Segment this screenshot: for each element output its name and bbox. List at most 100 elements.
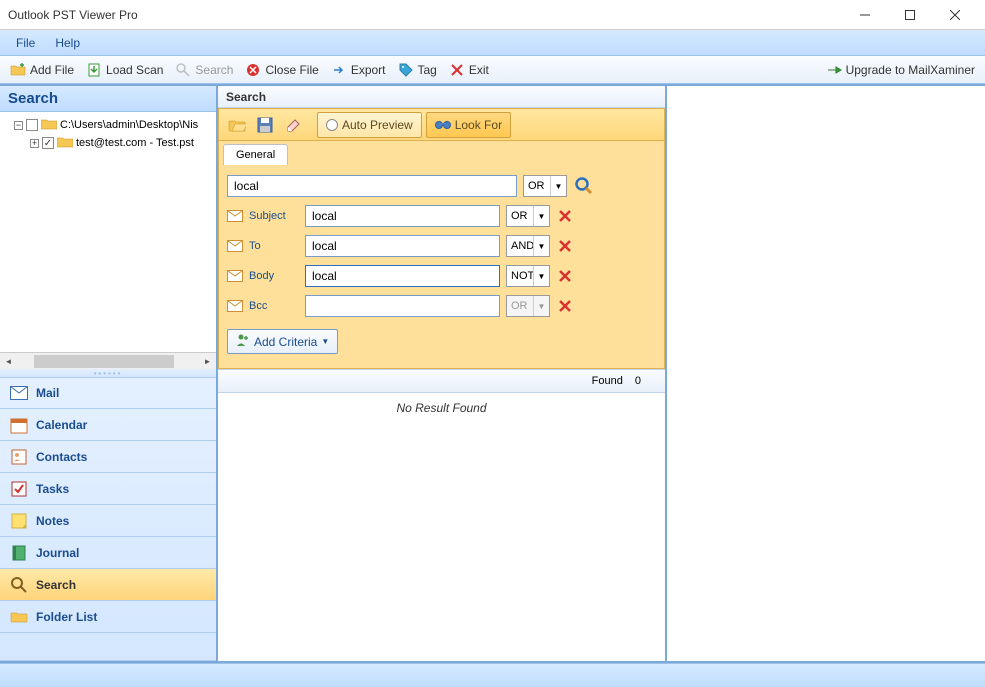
nav-mail-label: Mail bbox=[36, 386, 59, 400]
close-file-label: Close File bbox=[265, 63, 318, 77]
nav-contacts[interactable]: Contacts bbox=[0, 441, 216, 473]
folder-tree[interactable]: − C:\Users\admin\Desktop\Nis + test@test… bbox=[0, 112, 216, 369]
export-icon bbox=[331, 62, 347, 78]
folder-list-icon bbox=[10, 608, 28, 626]
load-scan-button[interactable]: Load Scan bbox=[80, 59, 169, 81]
remove-body-button[interactable] bbox=[556, 267, 574, 285]
tag-icon bbox=[398, 62, 414, 78]
bcc-operator-select[interactable]: OR ▼ bbox=[506, 295, 550, 317]
folder-icon bbox=[41, 118, 57, 133]
exit-label: Exit bbox=[469, 63, 489, 77]
close-file-button[interactable]: Close File bbox=[239, 59, 324, 81]
menu-help[interactable]: Help bbox=[45, 32, 90, 54]
main-search-input[interactable] bbox=[227, 175, 517, 197]
look-for-label: Look For bbox=[455, 118, 502, 132]
main-operator-value: OR bbox=[528, 180, 545, 192]
criteria-label-body: Body bbox=[249, 270, 299, 282]
scroll-left-icon[interactable]: ◄ bbox=[0, 353, 17, 370]
add-file-button[interactable]: Add File bbox=[4, 59, 80, 81]
notes-icon bbox=[10, 512, 28, 530]
radio-icon bbox=[326, 119, 338, 131]
checkbox-checked[interactable] bbox=[42, 137, 54, 149]
subject-operator-value: OR bbox=[511, 210, 528, 222]
expand-icon[interactable]: + bbox=[30, 139, 39, 148]
tag-button[interactable]: Tag bbox=[392, 59, 443, 81]
criteria-row-body: Body NOT▼ bbox=[227, 265, 656, 287]
tab-general[interactable]: General bbox=[223, 144, 288, 165]
horizontal-scrollbar[interactable]: ◄ ► bbox=[0, 352, 216, 369]
search-panel-header: Search bbox=[218, 86, 665, 108]
chevron-down-icon: ▼ bbox=[533, 236, 549, 256]
look-for-button[interactable]: Look For bbox=[426, 112, 511, 138]
remove-bcc-button[interactable] bbox=[556, 297, 574, 315]
main-operator-select[interactable]: OR ▼ bbox=[523, 175, 567, 197]
subject-operator-select[interactable]: OR▼ bbox=[506, 205, 550, 227]
minimize-button[interactable] bbox=[842, 1, 887, 29]
body-input[interactable] bbox=[305, 265, 500, 287]
window-title: Outlook PST Viewer Pro bbox=[8, 8, 842, 22]
window-controls bbox=[842, 1, 977, 29]
bcc-operator-value: OR bbox=[511, 300, 528, 312]
nav-contacts-label: Contacts bbox=[36, 450, 87, 464]
criteria-label-to: To bbox=[249, 240, 299, 252]
auto-preview-label: Auto Preview bbox=[342, 118, 413, 132]
exit-icon bbox=[449, 62, 465, 78]
upgrade-button[interactable]: Upgrade to MailXaminer bbox=[820, 59, 981, 81]
collapse-icon[interactable]: − bbox=[14, 121, 23, 130]
nav-mail[interactable]: Mail bbox=[0, 377, 216, 409]
found-label: Found bbox=[592, 375, 623, 387]
contacts-icon bbox=[10, 448, 28, 466]
load-scan-label: Load Scan bbox=[106, 63, 163, 77]
subject-input[interactable] bbox=[305, 205, 500, 227]
folder-open-icon bbox=[10, 62, 26, 78]
nav-tasks[interactable]: Tasks bbox=[0, 473, 216, 505]
nav-calendar[interactable]: Calendar bbox=[0, 409, 216, 441]
checkbox-unchecked[interactable] bbox=[26, 119, 38, 131]
execute-search-button[interactable] bbox=[573, 175, 595, 197]
to-input[interactable] bbox=[305, 235, 500, 257]
bcc-input[interactable] bbox=[305, 295, 500, 317]
upgrade-label: Upgrade to MailXaminer bbox=[846, 63, 975, 77]
save-button[interactable] bbox=[253, 113, 277, 137]
search-toolbar: Auto Preview Look For bbox=[219, 109, 664, 141]
chevron-down-icon: ▼ bbox=[550, 176, 566, 196]
menu-file[interactable]: File bbox=[6, 32, 45, 54]
nav-empty bbox=[0, 633, 216, 661]
erase-button[interactable] bbox=[281, 113, 305, 137]
binoculars-icon bbox=[435, 116, 451, 133]
nav-notes[interactable]: Notes bbox=[0, 505, 216, 537]
envelope-icon bbox=[227, 300, 243, 312]
mail-icon bbox=[10, 384, 28, 402]
exit-button[interactable]: Exit bbox=[443, 59, 495, 81]
nav-folder-list[interactable]: Folder List bbox=[0, 601, 216, 633]
export-button[interactable]: Export bbox=[325, 59, 392, 81]
to-operator-select[interactable]: AND▼ bbox=[506, 235, 550, 257]
tree-row-root[interactable]: − C:\Users\admin\Desktop\Nis bbox=[2, 116, 214, 134]
auto-preview-button[interactable]: Auto Preview bbox=[317, 112, 422, 138]
remove-to-button[interactable] bbox=[556, 237, 574, 255]
found-bar: Found 0 bbox=[218, 369, 665, 393]
nav-journal[interactable]: Journal bbox=[0, 537, 216, 569]
middle-panel: Search Auto Preview Look For General bbox=[218, 86, 667, 661]
tag-label: Tag bbox=[418, 63, 437, 77]
nav-search[interactable]: Search bbox=[0, 569, 216, 601]
chevron-down-icon: ▼ bbox=[533, 296, 549, 316]
nav-journal-label: Journal bbox=[36, 546, 79, 560]
calendar-icon bbox=[10, 416, 28, 434]
scroll-right-icon[interactable]: ► bbox=[199, 353, 216, 370]
statusbar bbox=[0, 663, 985, 687]
tree-row-child[interactable]: + test@test.com - Test.pst bbox=[2, 134, 214, 152]
close-file-icon bbox=[245, 62, 261, 78]
open-folder-button[interactable] bbox=[225, 113, 249, 137]
panel-splitter[interactable]: •••••• bbox=[0, 369, 216, 377]
criteria-label-subject: Subject bbox=[249, 210, 299, 222]
search-button[interactable]: Search bbox=[169, 59, 239, 81]
scroll-thumb[interactable] bbox=[34, 355, 174, 368]
body-operator-select[interactable]: NOT▼ bbox=[506, 265, 550, 287]
journal-icon bbox=[10, 544, 28, 562]
close-button[interactable] bbox=[932, 1, 977, 29]
remove-subject-button[interactable] bbox=[556, 207, 574, 225]
nav-notes-label: Notes bbox=[36, 514, 69, 528]
add-criteria-button[interactable]: Add Criteria ▼ bbox=[227, 329, 338, 354]
maximize-button[interactable] bbox=[887, 1, 932, 29]
